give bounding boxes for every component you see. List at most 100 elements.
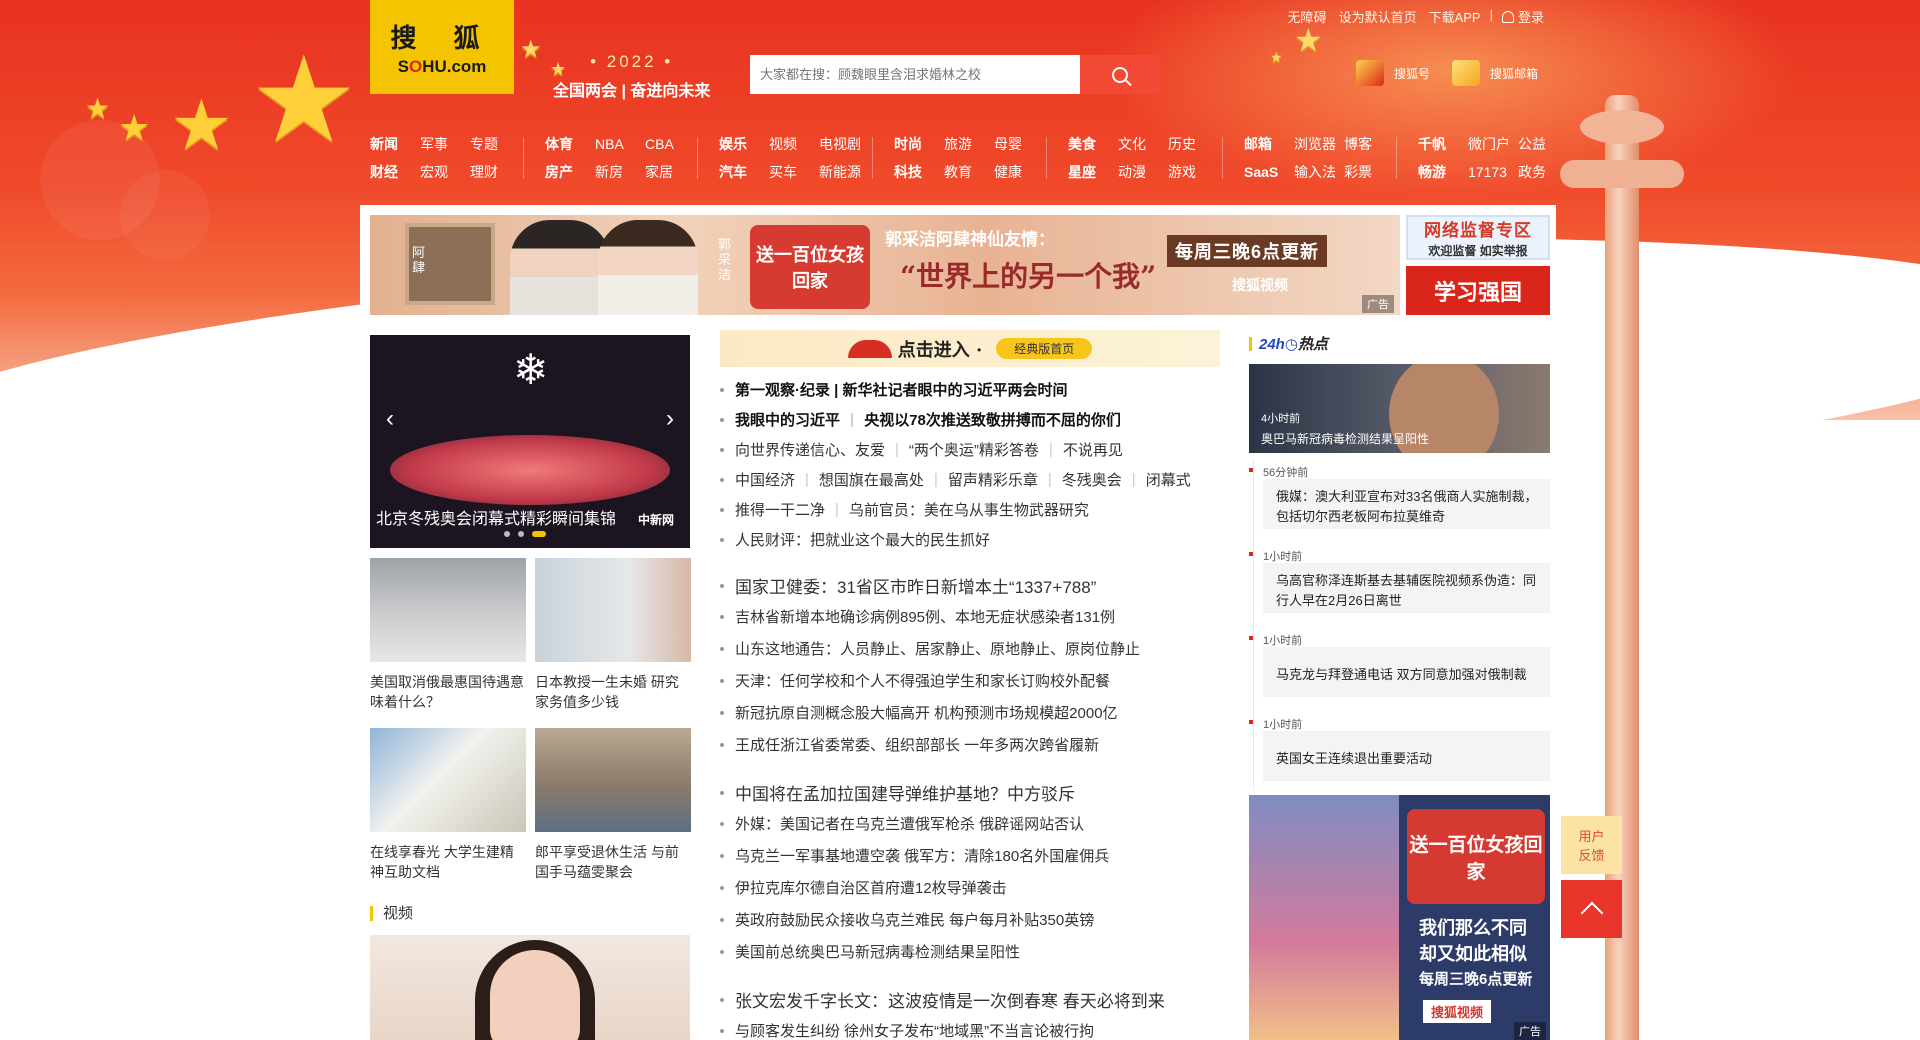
news-link[interactable]: 乌前官员：美在乌从事生物武器研究 (849, 499, 1089, 520)
nav-link[interactable]: 电视剧 (819, 134, 879, 154)
news-link[interactable]: 我眼中的习近平 (735, 409, 840, 430)
news-link[interactable]: 乌克兰一军事基地遭空袭 俄军方：清除180名外国雇佣兵 (735, 845, 1109, 866)
nav-link[interactable]: 财经 (370, 162, 420, 182)
nav-link[interactable]: 千帆 (1418, 134, 1468, 154)
thumb-image[interactable] (370, 728, 526, 832)
nav-link[interactable]: 邮箱 (1244, 134, 1294, 154)
thumb-image[interactable] (370, 558, 526, 662)
nav-link[interactable]: 宏观 (420, 162, 470, 182)
news-link[interactable]: “两个奥运”精彩答卷 (909, 439, 1039, 460)
nav-link[interactable]: 新闻 (370, 134, 420, 154)
nav-link[interactable]: 历史 (1168, 134, 1212, 154)
nav-link[interactable]: 健康 (994, 162, 1038, 182)
hot-item[interactable]: 1小时前 英国女王连续退出重要活动 (1249, 716, 1550, 786)
nav-link[interactable]: 政务 (1518, 162, 1562, 182)
nav-link[interactable]: 公益 (1518, 134, 1562, 154)
thumb-caption[interactable]: 在线享春光 大学生建精神互助文档 (370, 842, 526, 882)
carousel-dot[interactable] (504, 531, 510, 537)
nav-link[interactable]: 游戏 (1168, 162, 1212, 182)
search-button[interactable] (1080, 55, 1160, 94)
news-link[interactable]: 与顾客发生纠纷 徐州女子发布“地域黑”不当言论被行拘 (735, 1020, 1094, 1040)
nav-link[interactable]: SaaS (1244, 164, 1294, 180)
news-link[interactable]: 闭幕式 (1146, 469, 1191, 490)
carousel-prev-button[interactable]: ‹ (386, 405, 394, 433)
thumb-image[interactable] (535, 558, 691, 662)
two-sessions-slogan[interactable]: • 2022 • 全国两会 | 奋进向未来 (553, 52, 710, 101)
news-link[interactable]: 新冠抗原自测概念股大幅高开 机构预测市场规模超2000亿 (735, 702, 1118, 723)
nav-link[interactable]: 家居 (645, 162, 689, 182)
sohu-logo[interactable]: 搜 狐 SOHU.com (370, 0, 514, 94)
hot-item[interactable]: 56分钟前 俄媒：澳大利亚宣布对33名俄商人实施制裁，包括切尔西老板阿布拉莫维奇 (1249, 464, 1550, 534)
hot-item-title[interactable]: 俄媒：澳大利亚宣布对33名俄商人实施制裁，包括切尔西老板阿布拉莫维奇 (1263, 479, 1550, 529)
internet-supervision-ad[interactable]: 网络监督专区 欢迎监督 如实举报 (1406, 215, 1550, 260)
nav-link[interactable]: 彩票 (1344, 162, 1388, 182)
login-link[interactable]: 登录 (1496, 7, 1550, 26)
news-link[interactable]: 冬残奥会 (1062, 469, 1122, 490)
news-link[interactable]: 美国前总统奥巴马新冠病毒检测结果呈阳性 (735, 941, 1020, 962)
nav-link[interactable]: 微门户 (1468, 134, 1518, 154)
nav-link[interactable]: 17173 (1468, 164, 1518, 180)
set-homepage-link[interactable]: 设为默认首页 (1333, 7, 1423, 26)
news-link[interactable]: 英政府鼓励民众接收乌克兰难民 每户每月补贴350英镑 (735, 909, 1094, 930)
sohu-account-link[interactable]: 搜狐号 (1356, 60, 1430, 86)
nav-link[interactable]: 汽车 (719, 162, 769, 182)
hot-item[interactable]: 1小时前 马克龙与拜登通电话 双方同意加强对俄制裁 (1249, 632, 1550, 702)
carousel-dot-active[interactable] (532, 531, 546, 537)
nav-link[interactable]: 畅游 (1418, 162, 1468, 182)
news-link[interactable]: 留声精彩乐章 (948, 469, 1038, 490)
thumb-caption[interactable]: 日本教授一生未婚 研究家务值多少钱 (535, 672, 691, 712)
thumb-caption[interactable]: 美国取消俄最惠国待遇意味着什么？ (370, 672, 526, 712)
news-link[interactable]: 第一观察·纪录 | 新华社记者眼中的习近平两会时间 (735, 379, 1068, 400)
news-link[interactable]: 中国经济 (735, 469, 795, 490)
nav-link[interactable]: 时尚 (894, 134, 944, 154)
news-link[interactable]: 张文宏发千字长文：这波疫情是一次倒春寒 春天必将到来 (735, 987, 1165, 1012)
carousel-next-button[interactable]: › (666, 405, 674, 433)
news-link[interactable]: 想国旗在最高处 (819, 469, 924, 490)
nav-link[interactable]: 买车 (769, 162, 819, 182)
news-link[interactable]: 吉林省新增本地确诊病例895例、本地无症状感染者131例 (735, 606, 1115, 627)
feedback-button[interactable]: 用户 反馈 (1561, 816, 1622, 874)
nav-link[interactable]: 母婴 (994, 134, 1038, 154)
video-section-title[interactable]: 视频 (370, 906, 413, 921)
news-link[interactable]: 人民财评：把就业这个最大的民生抓好 (735, 529, 990, 550)
hot-item-title[interactable]: 马克龙与拜登通电话 双方同意加强对俄制裁 (1263, 647, 1550, 697)
hot-item-title[interactable]: 英国女王连续退出重要活动 (1263, 731, 1550, 781)
search-input[interactable] (750, 55, 1080, 94)
video-thumbnail[interactable] (370, 935, 690, 1040)
nav-link[interactable]: 美食 (1068, 134, 1118, 154)
nav-link[interactable]: 输入法 (1294, 162, 1344, 182)
hot-top-story[interactable]: 4小时前 奥巴马新冠病毒检测结果呈阳性 (1249, 364, 1550, 453)
nav-link[interactable]: 文化 (1118, 134, 1168, 154)
nav-link[interactable]: 视频 (769, 134, 819, 154)
news-link[interactable]: 推得一干二净 (735, 499, 825, 520)
news-link[interactable]: 向世界传递信心、友爱 (735, 439, 885, 460)
nav-link[interactable]: 专题 (470, 134, 514, 154)
download-app-link[interactable]: 下载APP (1423, 7, 1487, 26)
nav-link[interactable]: 动漫 (1118, 162, 1168, 182)
xuexi-qiangguo-ad[interactable]: 学习强国 (1406, 266, 1550, 315)
nav-link[interactable]: CBA (645, 136, 689, 152)
nav-link[interactable]: 新能源 (819, 162, 879, 182)
hot-item-title[interactable]: 乌高官称泽连斯基去基辅医院视频系伪造：同行人早在2月26日离世 (1263, 563, 1550, 613)
classic-homepage-button[interactable]: 经典版首页 (996, 338, 1093, 359)
nav-link[interactable]: 体育 (545, 134, 595, 154)
nav-link[interactable]: 科技 (894, 162, 944, 182)
nav-link[interactable]: 旅游 (944, 134, 994, 154)
news-link[interactable]: 中国将在孟加拉国建导弹维护基地？中方驳斥 (735, 780, 1075, 805)
news-link[interactable]: 王成任浙江省委常委、组织部部长 一年多两次跨省履新 (735, 734, 1099, 755)
news-link[interactable]: 伊拉克库尔德自治区首府遭12枚导弹袭击 (735, 877, 1007, 898)
news-link[interactable]: 天津：任何学校和个人不得强迫学生和家长订购校外配餐 (735, 670, 1110, 691)
nav-link[interactable]: 理财 (470, 162, 514, 182)
news-link[interactable]: 山东这地通告：人员静止、居家静止、原地静止、原岗位静止 (735, 638, 1140, 659)
back-to-top-button[interactable] (1561, 880, 1622, 938)
nav-link[interactable]: 博客 (1344, 134, 1388, 154)
nav-link[interactable]: 娱乐 (719, 134, 769, 154)
hot-item[interactable]: 1小时前 乌高官称泽连斯基去基辅医院视频系伪造：同行人早在2月26日离世 (1249, 548, 1550, 618)
nav-link[interactable]: 新房 (595, 162, 645, 182)
news-link[interactable]: 央视以78次推送致敬拼搏而不屈的你们 (864, 409, 1121, 430)
nav-link[interactable]: NBA (595, 136, 645, 152)
accessibility-link[interactable]: 无障碍 (1282, 7, 1333, 26)
banner-ad[interactable]: 阿肆 郭采洁 送一百位女孩回家 郭采洁阿肆神仙友情： “世界上的另一个我” 每周… (370, 215, 1400, 315)
nav-link[interactable]: 星座 (1068, 162, 1118, 182)
news-link[interactable]: 不说再见 (1063, 439, 1123, 460)
